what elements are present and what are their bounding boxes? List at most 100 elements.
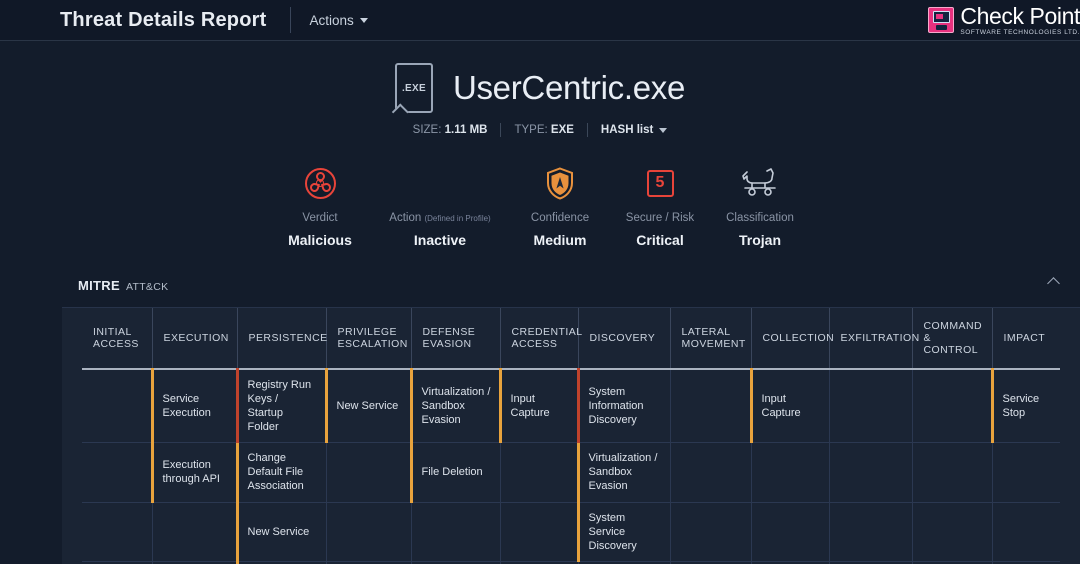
classification-icon-wrap [710, 163, 810, 203]
empty-cell [82, 369, 152, 444]
confidence-icon-wrap [510, 163, 610, 203]
actions-menu-label: Actions [309, 12, 354, 28]
mitre-collapse-button[interactable] [1047, 277, 1060, 290]
empty-cell [669, 369, 751, 444]
column-header-discovery[interactable]: DISCOVERY [577, 308, 670, 370]
empty-cell [750, 502, 829, 562]
technique-cell[interactable]: File Deletion [409, 442, 500, 503]
column-header-impact[interactable]: IMPACT [991, 308, 1060, 370]
column-header-collection[interactable]: COLLECTION [750, 308, 834, 370]
column-header-privilege-escalation[interactable]: PRIVILEGE ESCALATION [325, 308, 411, 370]
technique-cell[interactable]: Input Capture [749, 369, 829, 444]
exe-file-icon-label: .EXE [401, 82, 426, 94]
technique-cell[interactable]: Service Stop [990, 369, 1060, 444]
empty-cell [911, 502, 992, 562]
stat-secure-risk-value: Critical [636, 232, 684, 248]
technique-cell[interactable]: New Service [324, 369, 411, 444]
column-header-credential-access[interactable]: CREDENTIAL ACCESS [499, 308, 582, 370]
table-row: Service Execution Registry Run Keys / Sta… [82, 369, 1060, 444]
stat-verdict: Verdict Malicious [270, 163, 370, 248]
column-header-execution[interactable]: EXECUTION [151, 308, 237, 370]
stat-action: Action (Defined in Profile) Inactive [370, 163, 510, 248]
file-name: UserCentric.exe [452, 69, 686, 106]
stat-classification: Classification Trojan [710, 163, 810, 248]
exe-file-icon: .EXE [391, 63, 433, 121]
mitre-section-header: MITRE ATT&CK [78, 278, 1080, 293]
actions-menu-button[interactable]: Actions [309, 12, 368, 28]
file-size-label: SIZE: [412, 124, 442, 136]
stat-action-label: Action (Defined in Profile) [370, 212, 510, 224]
column-header-lateral-movement[interactable]: LATERAL MOVEMENT [669, 308, 751, 370]
stat-action-label-text: Action [389, 212, 422, 224]
empty-cell [669, 502, 751, 562]
shield-icon [547, 166, 573, 200]
meta-divider [500, 123, 502, 137]
brand-tagline: SOFTWARE TECHNOLOGIES LTD. [960, 29, 1080, 36]
stat-confidence-label: Confidence [530, 212, 590, 224]
empty-cell [669, 442, 751, 503]
meta-divider [586, 123, 588, 137]
empty-cell [828, 502, 912, 562]
table-header-row: INITIAL ACCESS EXECUTION PERSISTENCE PRI… [82, 308, 1060, 370]
biohazard-icon [304, 167, 336, 199]
technique-cell[interactable]: Virtualization / Sandbox Evasion [576, 442, 670, 503]
brand-name: Check Point [960, 3, 1080, 29]
file-title-row: .EXE UserCentric.exe [0, 63, 1080, 121]
technique-cell[interactable]: Service Execution [150, 369, 237, 444]
column-header-defense-evasion[interactable]: DEFENSE EVASION [410, 308, 500, 370]
page-title: Threat Details Report [60, 8, 267, 31]
column-header-exfiltration[interactable]: EXFILTRATION [828, 308, 919, 370]
title-divider [290, 7, 292, 33]
mitre-attack-panel: INITIAL ACCESS EXECUTION PERSISTENCE PRI… [62, 307, 1080, 564]
hash-list-button[interactable]: HASH list [600, 124, 668, 136]
risk-icon-wrap: 5 [610, 163, 710, 203]
empty-cell [499, 442, 578, 503]
empty-cell [750, 442, 829, 503]
stat-verdict-label: Verdict [302, 212, 338, 224]
empty-cell [82, 502, 152, 562]
column-header-persistence[interactable]: PERSISTENCE [236, 308, 327, 370]
technique-cell[interactable]: Change Default File Association [235, 442, 326, 503]
file-type-label: TYPE: [514, 124, 548, 136]
mitre-subtitle: ATT&CK [125, 281, 169, 293]
hash-list-label: HASH list [600, 124, 654, 136]
mitre-title: MITRE [78, 278, 120, 293]
empty-cell [151, 502, 237, 562]
stat-action-sublabel: (Defined in Profile) [424, 214, 491, 223]
table-row: Execution through API Change Default File… [82, 442, 1060, 503]
empty-cell [911, 442, 992, 503]
empty-cell [828, 442, 912, 503]
top-navigation-bar: Threat Details Report Actions Check Poin… [0, 0, 1080, 41]
empty-cell [82, 442, 152, 503]
mitre-attack-table: INITIAL ACCESS EXECUTION PERSISTENCE PRI… [82, 308, 1060, 564]
mitre-table-body: Service Execution Registry Run Keys / Sta… [82, 369, 1060, 564]
trojan-horse-icon [742, 168, 776, 196]
chevron-up-icon [1047, 277, 1060, 290]
technique-cell[interactable]: System Information Discovery [576, 369, 670, 444]
stat-confidence-value: Medium [533, 232, 587, 248]
empty-cell [325, 502, 411, 562]
technique-cell[interactable]: Input Capture [498, 369, 578, 444]
technique-cell[interactable]: Registry Run Keys / Startup Folder [235, 369, 326, 444]
technique-cell[interactable]: Execution through API [150, 442, 237, 503]
stat-classification-value: Trojan [738, 232, 781, 248]
technique-cell[interactable]: New Service [235, 502, 326, 562]
checkpoint-logo: Check Point SOFTWARE TECHNOLOGIES LTD. [928, 4, 1080, 37]
caret-down-icon [659, 127, 668, 133]
technique-cell[interactable]: Virtualization / Sandbox Evasion [409, 369, 500, 444]
file-metadata-row: SIZE: 1.11 MB TYPE: EXE HASH list [0, 123, 1080, 137]
empty-cell [325, 442, 411, 503]
column-header-command-control[interactable]: COMMAND & CONTROL [911, 308, 992, 370]
risk-number-icon: 5 [646, 169, 674, 197]
action-icon-wrap [370, 163, 510, 203]
file-size-value: 1.11 MB [444, 124, 488, 136]
empty-cell [499, 502, 578, 562]
empty-cell [991, 502, 1060, 562]
empty-cell [410, 502, 500, 562]
file-type-value: EXE [550, 124, 574, 136]
technique-cell[interactable]: System Service Discovery [576, 502, 670, 562]
stat-verdict-value: Malicious [288, 232, 352, 248]
column-header-initial-access[interactable]: INITIAL ACCESS [82, 308, 152, 370]
stat-classification-label: Classification [726, 212, 794, 224]
threat-stats-row: Verdict Malicious Action (Defined in Pro… [0, 163, 1080, 248]
